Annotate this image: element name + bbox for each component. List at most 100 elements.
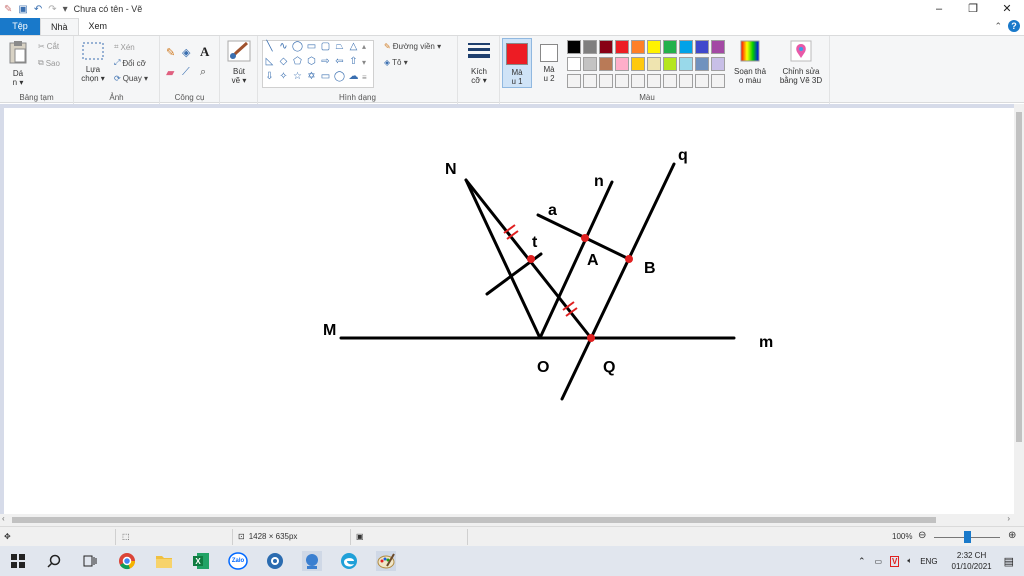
line-shape-icon[interactable]: ╲ [263, 41, 276, 52]
file-explorer-icon[interactable] [154, 551, 174, 571]
color-swatch[interactable] [567, 40, 581, 54]
language-indicator[interactable]: ENG [920, 557, 937, 566]
color-swatch[interactable] [631, 57, 645, 71]
help-icon[interactable]: ? [1008, 20, 1020, 32]
diamond-shape-icon[interactable]: ◇ [277, 56, 290, 67]
color-swatch[interactable] [583, 74, 597, 88]
right-triangle-shape-icon[interactable]: ◺ [263, 56, 276, 67]
color-picker-icon[interactable]: ⟋ [182, 66, 190, 79]
rotate-button[interactable]: ⟳ Quay ▾ [114, 74, 148, 83]
color-swatch[interactable] [711, 57, 725, 71]
collapse-ribbon-icon[interactable]: ⌃ [994, 21, 1002, 32]
color-swatch[interactable] [615, 74, 629, 88]
color-swatch[interactable] [615, 40, 629, 54]
undo-icon[interactable]: ↶ [34, 4, 42, 15]
hexagon-shape-icon[interactable]: ⬡ [305, 56, 318, 67]
chrome-icon[interactable] [117, 551, 137, 571]
paste-button[interactable]: Dá n ▾ [6, 40, 30, 87]
oval-shape-icon[interactable]: ◯ [291, 41, 304, 52]
fill-button[interactable]: ◈ Tô ▾ [384, 58, 408, 67]
color-swatch[interactable] [583, 57, 597, 71]
color-swatch[interactable] [599, 57, 613, 71]
color-swatch[interactable] [647, 74, 661, 88]
search-icon[interactable] [44, 551, 64, 571]
six-point-star-shape-icon[interactable]: ✡ [305, 71, 318, 82]
cloud-callout-shape-icon[interactable]: ☁ [347, 71, 360, 82]
zoom-in-icon[interactable]: ⊕ [1008, 530, 1016, 541]
redo-icon[interactable]: ↷ [48, 4, 56, 15]
rounded-rectangle-shape-icon[interactable]: ▢ [319, 41, 332, 52]
battery-icon[interactable]: ▭ [874, 557, 882, 566]
edge-icon[interactable] [339, 551, 359, 571]
maximize-button[interactable]: ❐ [956, 0, 990, 18]
color-swatch[interactable] [663, 74, 677, 88]
color-swatch[interactable] [695, 40, 709, 54]
rectangle-shape-icon[interactable]: ▭ [305, 41, 318, 52]
color1-button[interactable]: Mà u 1 [502, 38, 532, 88]
color-swatch[interactable] [647, 57, 661, 71]
rounded-callout-shape-icon[interactable]: ▭ [319, 71, 332, 82]
save-icon[interactable]: ▣ [18, 4, 27, 15]
curve-shape-icon[interactable]: ∿ [277, 41, 290, 52]
polygon-shape-icon[interactable]: ⏢ [333, 41, 346, 52]
antivirus-icon[interactable]: V [890, 555, 900, 567]
oval-callout-shape-icon[interactable]: ◯ [333, 71, 346, 82]
color-swatch[interactable] [663, 40, 677, 54]
outline-button[interactable]: ✎ Đường viền ▾ [384, 42, 441, 51]
tab-file[interactable]: Tệp [0, 18, 40, 35]
right-arrow-shape-icon[interactable]: ⇨ [319, 56, 332, 67]
vertical-scrollbar[interactable] [1014, 104, 1024, 514]
app-icon[interactable] [265, 551, 285, 571]
vertical-scroll-thumb[interactable] [1016, 112, 1022, 442]
volume-icon[interactable]: 🔈︎ [907, 556, 912, 566]
left-arrow-shape-icon[interactable]: ⇦ [333, 56, 346, 67]
crop-button[interactable]: ⌗ Xén [114, 42, 135, 52]
four-point-star-shape-icon[interactable]: ✧ [277, 71, 290, 82]
tab-view[interactable]: Xem [79, 18, 118, 35]
edit-colors-button[interactable]: Soạn thả o màu [730, 40, 770, 85]
color-swatch[interactable] [583, 40, 597, 54]
color-swatch[interactable] [615, 57, 629, 71]
triangle-shape-icon[interactable]: △ [347, 41, 360, 52]
pentagon-shape-icon[interactable]: ⬠ [291, 56, 304, 67]
shapes-more-icon[interactable]: ≡ [362, 73, 367, 82]
color-swatch[interactable] [695, 74, 709, 88]
shapes-scroll-down-icon[interactable]: ▾ [362, 58, 366, 67]
resize-button[interactable]: ⤢ Đổi cỡ [114, 58, 146, 68]
customize-qa-icon[interactable]: ▾ [63, 4, 68, 15]
size-button[interactable]: Kích cỡ ▾ [464, 42, 494, 85]
scroll-left-icon[interactable]: ‹ [2, 514, 5, 523]
color-swatch[interactable] [599, 40, 613, 54]
pencil-icon[interactable]: ✎ [166, 46, 175, 59]
close-button[interactable]: ✕ [990, 0, 1024, 18]
zoom-slider-thumb[interactable] [964, 531, 971, 543]
brushes-button[interactable]: Bút vẽ ▾ [224, 40, 254, 85]
color-swatch[interactable] [679, 57, 693, 71]
color-swatch[interactable] [647, 40, 661, 54]
notifications-icon[interactable]: ▤ [1004, 555, 1014, 568]
color-swatch[interactable] [679, 40, 693, 54]
task-view-icon[interactable] [80, 551, 100, 571]
tab-home[interactable]: Nhà [40, 18, 79, 35]
copy-button[interactable]: ⧉ Sao [38, 58, 60, 68]
paint-icon[interactable] [376, 551, 396, 571]
color-swatch[interactable] [695, 57, 709, 71]
shapes-scroll-up-icon[interactable]: ▴ [362, 42, 366, 51]
fill-bucket-icon[interactable]: ◈ [182, 46, 190, 59]
color-swatch[interactable] [663, 57, 677, 71]
text-tool-icon[interactable]: A [200, 44, 209, 60]
color-swatch[interactable] [679, 74, 693, 88]
start-icon[interactable] [8, 551, 28, 571]
color-swatch[interactable] [631, 74, 645, 88]
five-point-star-shape-icon[interactable]: ☆ [291, 71, 304, 82]
horizontal-scrollbar[interactable]: ‹ › [0, 514, 1024, 526]
show-hidden-icons-icon[interactable]: ⌃ [858, 556, 866, 567]
zoom-out-icon[interactable]: ⊖ [918, 530, 926, 541]
color-swatch[interactable] [567, 57, 581, 71]
color2-button[interactable]: Mà u 2 [534, 38, 564, 83]
color-swatch[interactable] [631, 40, 645, 54]
eraser-icon[interactable]: ▰ [166, 66, 174, 79]
down-arrow-shape-icon[interactable]: ⇩ [263, 71, 276, 82]
network-icon[interactable] [302, 551, 322, 571]
magnifier-icon[interactable]: ⌕ [200, 66, 206, 79]
